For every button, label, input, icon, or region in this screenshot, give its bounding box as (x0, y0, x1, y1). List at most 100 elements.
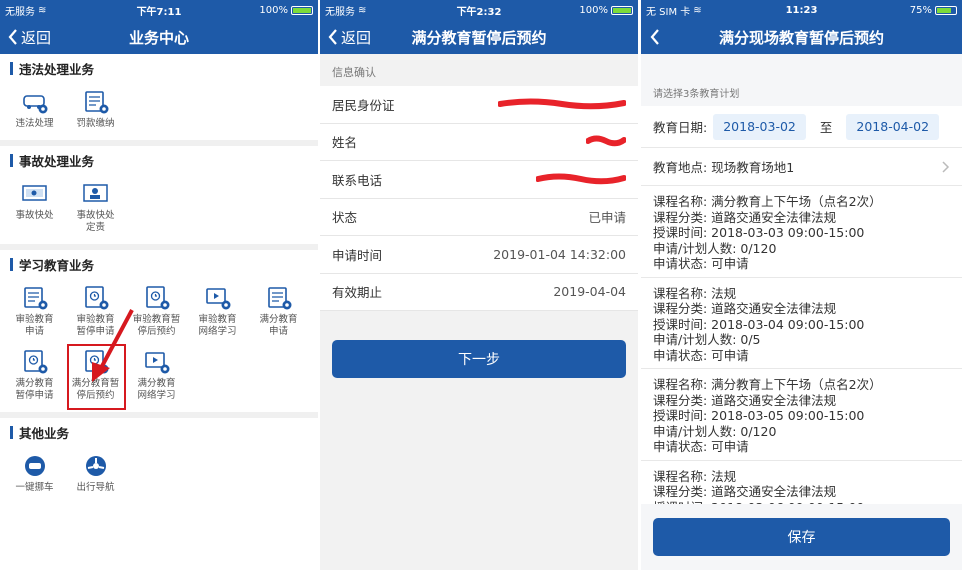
nav-bar: 返回 业务中心 (0, 20, 318, 54)
course-category: 课程分类: 道路交通安全法律法规 (653, 484, 837, 499)
info-row: 有效期止 2019-04-04 (320, 273, 638, 311)
screen-business-center: 无服务 ≋ 下午7:11 100% 返回 业务中心 违法处理业务 违法处理 罚款缴纳事… (0, 0, 318, 570)
status-bar: 无服务 ≋ 下午7:11 100% (0, 0, 318, 20)
plan-hint: 请选择3条教育计划 (641, 54, 962, 106)
back-label: 返回 (21, 28, 52, 47)
battery-icon (935, 5, 957, 15)
section-header: 信息确认 (332, 66, 376, 79)
navigation-icon (83, 454, 109, 478)
course-time: 授课时间: 2018-03-05 09:00-15:00 (653, 408, 865, 423)
info-row: 联系电话 (320, 161, 638, 199)
service-item-label: 罚款缴纳 (76, 118, 115, 129)
service-item[interactable]: 满分教育 暂停申请 (4, 344, 65, 402)
info-value: 已申请 (588, 210, 626, 226)
battery-percent: 100% (579, 4, 608, 16)
service-item[interactable]: 事故快处 (4, 176, 65, 234)
redaction-mark (585, 133, 627, 150)
course-name: 课程名称: 法规 (653, 468, 737, 484)
chevron-left-icon (328, 29, 337, 45)
service-item[interactable]: 违法处理 (4, 84, 65, 130)
carrier-label: 无服务 (5, 6, 35, 18)
service-item[interactable]: 事故快处 定责 (65, 176, 126, 234)
service-grid: 违法处理 罚款缴纳 (0, 82, 318, 140)
battery-percent: 75% (909, 4, 932, 16)
info-list: 居民身份证 姓名 联系电话 状态 已申请 申请时间 2019-01-04 14:32:00 有… (320, 86, 638, 311)
service-item[interactable]: 满分教育 申请 (248, 280, 309, 338)
screen-booking-confirm: 无服务 ≋ 下午2:32 100% 返回 满分教育暂停后预约 信息确认 居民身份证… (320, 0, 638, 570)
status-bar: 无 SIM 卡 ≋ 11:23 75% (641, 0, 962, 20)
course-status: 申请状态: 可申请 (653, 439, 749, 454)
course-count: 申请/计划人数: 0/120 (653, 240, 777, 256)
info-value: 2019-04-04 (553, 284, 626, 300)
service-item[interactable]: 审验教育 申请 (4, 280, 65, 338)
section-title: 事故处理业务 (0, 146, 318, 174)
application-form-icon (22, 286, 48, 310)
service-item-label: 事故快处 (15, 210, 54, 221)
suspend-clock-icon (144, 286, 170, 310)
nav-bar: 返回 满分教育暂停后预约 (320, 20, 638, 54)
course-item[interactable]: 课程名称: 法规 课程分类: 道路交通安全法律法规 授课时间: 2018-03-04… (641, 278, 962, 369)
info-row: 申请时间 2019-01-04 14:32:00 (320, 236, 638, 274)
suspend-clock-icon (22, 350, 48, 374)
location-value: 现场教育场地1 (711, 160, 795, 175)
annotation-arrow-icon (92, 309, 134, 382)
service-item-label: 满分教育 申请 (259, 314, 298, 337)
accident-liability-icon (82, 182, 109, 206)
business-sections: 违法处理业务 违法处理 罚款缴纳 事故处理业务 事故快处 事故快处 定责 学习教育业务 审验教… (0, 54, 318, 504)
chevron-right-icon (942, 160, 950, 173)
carrier-label: 无 SIM 卡 (646, 6, 691, 18)
carrier-label: 无服务 (325, 6, 355, 18)
service-item[interactable]: 罚款缴纳 (65, 84, 126, 130)
service-grid: 事故快处 事故快处 定责 (0, 174, 318, 244)
service-item-label: 审验教育 申请 (15, 314, 54, 337)
wifi-icon: ≋ (693, 4, 702, 16)
location-label: 教育地点: (653, 160, 708, 175)
course-item[interactable]: 课程名称: 满分教育上下午场（点名2次） 课程分类: 道路交通安全法律法规 授课时间… (641, 369, 962, 461)
course-status: 申请状态: 可申请 (653, 347, 749, 363)
service-item-label: 一键挪车 (15, 482, 54, 493)
course-item[interactable]: 课程名称: 满分教育上下午场（点名2次） 课程分类: 道路交通安全法律法规 授课时间… (641, 186, 962, 278)
location-selector[interactable]: 教育地点: 现场教育场地1 (641, 148, 962, 186)
date-range-separator: 至 (819, 120, 833, 135)
redaction-mark (535, 171, 627, 188)
chevron-left-icon (650, 29, 659, 45)
course-list: 课程名称: 满分教育上下午场（点名2次） 课程分类: 道路交通安全法律法规 授课时间… (641, 186, 962, 521)
battery-percent: 100% (259, 4, 288, 16)
footer-bar: 保存 (641, 504, 962, 570)
info-label: 有效期止 (332, 285, 383, 301)
service-item[interactable]: 出行导航 (65, 448, 126, 494)
service-item-label: 审验教育 网络学习 (198, 314, 237, 337)
back-button[interactable]: 返回 (0, 27, 51, 48)
service-grid: 审验教育 申请 审验教育 暂停申请 审验教育暂 停后预约 审验教育 网络学习 满分教育 … (0, 278, 318, 412)
online-study-icon (144, 350, 170, 374)
course-time: 授课时间: 2018-03-04 09:00-15:00 (653, 316, 865, 332)
course-name: 课程名称: 满分教育上下午场（点名2次） (653, 194, 882, 209)
info-label: 居民身份证 (332, 97, 395, 113)
date-from-picker[interactable]: 2018-03-02 (713, 113, 806, 140)
status-bar: 无服务 ≋ 下午2:32 100% (320, 0, 638, 20)
service-item[interactable]: 一键挪车 (4, 448, 65, 494)
info-label: 姓名 (332, 135, 358, 151)
save-button[interactable]: 保存 (653, 518, 950, 556)
section-title: 学习教育业务 (0, 250, 318, 278)
date-to-picker[interactable]: 2018-04-02 (846, 113, 940, 140)
back-label: 返回 (341, 28, 372, 47)
next-step-button[interactable]: 下一步 (332, 340, 626, 378)
online-study-icon (205, 286, 231, 310)
back-button[interactable] (641, 29, 664, 45)
course-count: 申请/计划人数: 0/120 (653, 423, 777, 439)
course-count: 申请/计划人数: 0/5 (653, 332, 761, 347)
battery-icon (611, 5, 633, 15)
service-item-label: 出行导航 (76, 482, 115, 493)
service-item[interactable]: 审验教育 网络学习 (187, 280, 248, 338)
fine-payment-icon (83, 90, 109, 114)
redaction-mark (497, 96, 627, 113)
screen-course-select: 无 SIM 卡 ≋ 11:23 75% 满分现场教育暂停后预约 请选择3条教育计划… (641, 0, 962, 570)
info-label: 联系电话 (332, 172, 383, 188)
chevron-left-icon (8, 29, 17, 45)
back-button[interactable]: 返回 (320, 27, 371, 48)
info-row: 姓名 (320, 123, 638, 161)
nav-bar: 满分现场教育暂停后预约 (641, 20, 962, 54)
info-row: 居民身份证 (320, 86, 638, 124)
car-violation-icon (22, 90, 48, 114)
